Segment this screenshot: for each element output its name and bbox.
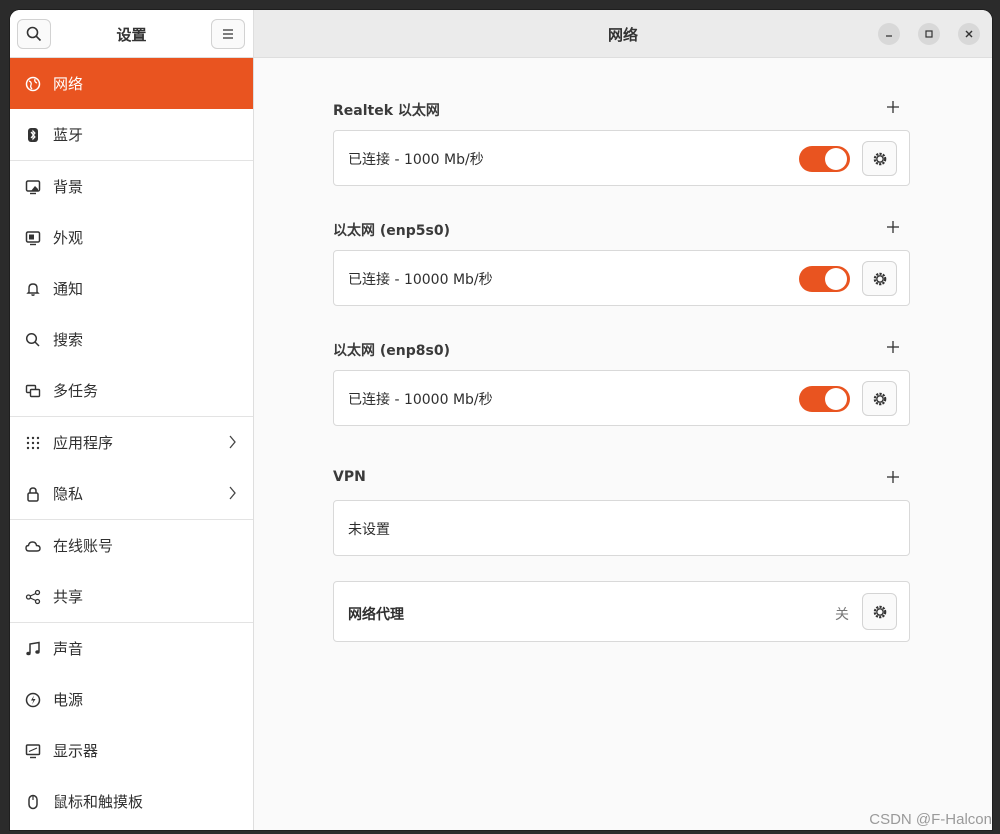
sidebar-item-sharing[interactable]: 共享 (10, 571, 253, 623)
sidebar-item-label: 隐私 (53, 485, 84, 503)
sidebar-item-label: 多任务 (53, 382, 99, 400)
add-vpn-button[interactable] (882, 466, 904, 488)
display-icon (25, 743, 41, 759)
sidebar-item-label: 显示器 (53, 742, 99, 760)
vpn-card: 未设置 (333, 500, 910, 556)
sidebar-item-sound[interactable]: 声音 (10, 623, 253, 674)
add-enp5s0-connection-button[interactable] (882, 216, 904, 238)
sidebar-item-search[interactable]: 搜索 (10, 314, 253, 365)
connection-toggle[interactable] (799, 266, 850, 292)
sidebar-item-network[interactable]: 网络 (10, 58, 253, 109)
sidebar-item-label: 通知 (53, 280, 84, 298)
connection-status: 已连接 - 10000 Mb/秒 (348, 392, 493, 408)
connection-settings-button[interactable] (862, 261, 897, 296)
gear-icon (873, 392, 886, 405)
plus-icon (887, 471, 899, 483)
search-icon (25, 332, 41, 348)
gear-icon (873, 152, 886, 165)
globe-icon (25, 76, 41, 92)
menu-button[interactable] (211, 19, 245, 49)
connection-settings-button[interactable] (862, 141, 897, 176)
header-bar: 网络 (254, 10, 992, 58)
close-button[interactable] (958, 23, 980, 45)
network-proxy-label: 网络代理 (348, 607, 404, 623)
sidebar-header: 设置 (10, 10, 253, 58)
sidebar: 设置 网络 蓝牙 背景 外观 通知 搜索 多任务 应用程序 隐私 在线账号 共享… (10, 10, 254, 830)
appearance-icon (25, 230, 41, 246)
mouse-icon (25, 794, 41, 810)
chevron-right-icon (227, 485, 237, 505)
toggle-knob (825, 148, 847, 170)
sidebar-item-bluetooth[interactable]: 蓝牙 (10, 109, 253, 161)
sidebar-item-label: 声音 (53, 640, 84, 658)
maximize-icon (925, 30, 933, 38)
sidebar-item-label: 搜索 (53, 331, 84, 349)
sidebar-item-label: 外观 (53, 229, 84, 247)
gear-icon (873, 272, 886, 285)
sidebar-item-displays[interactable]: 显示器 (10, 725, 253, 776)
sidebar-item-label: 网络 (53, 75, 84, 93)
chevron-right-icon (227, 434, 237, 454)
connection-status: 已连接 - 10000 Mb/秒 (348, 272, 493, 288)
music-note-icon (25, 641, 41, 657)
apps-grid-icon (25, 435, 41, 451)
sidebar-item-background[interactable]: 背景 (10, 161, 253, 212)
connection-toggle[interactable] (799, 386, 850, 412)
bell-icon (25, 281, 41, 297)
add-enp8s0-connection-button[interactable] (882, 336, 904, 358)
monitor-background-icon (25, 179, 41, 195)
plus-icon (887, 341, 899, 353)
sidebar-item-notifications[interactable]: 通知 (10, 263, 253, 314)
sidebar-item-label: 电源 (53, 691, 84, 709)
network-proxy-row[interactable]: 网络代理 关 (333, 581, 910, 642)
network-proxy-settings-button[interactable] (862, 593, 897, 630)
cloud-icon (25, 538, 41, 554)
toggle-knob (825, 268, 847, 290)
connection-card-realtek: 已连接 - 1000 Mb/秒 (333, 130, 910, 186)
settings-window: 设置 网络 蓝牙 背景 外观 通知 搜索 多任务 应用程序 隐私 在线账号 共享… (10, 10, 992, 830)
add-realtek-connection-button[interactable] (882, 96, 904, 118)
sidebar-item-label: 蓝牙 (53, 126, 84, 144)
network-proxy-state: 关 (835, 607, 849, 623)
share-icon (25, 589, 41, 605)
sidebar-item-label: 在线账号 (53, 537, 114, 555)
sidebar-item-label: 鼠标和触摸板 (53, 793, 144, 811)
connection-settings-button[interactable] (862, 381, 897, 416)
sidebar-item-multitasking[interactable]: 多任务 (10, 365, 253, 417)
plus-icon (887, 101, 899, 113)
sidebar-item-mouse-touchpad[interactable]: 鼠标和触摸板 (10, 776, 253, 827)
sidebar-item-power[interactable]: 电源 (10, 674, 253, 725)
connection-card-enp8s0: 已连接 - 10000 Mb/秒 (333, 370, 910, 426)
sidebar-item-label: 应用程序 (53, 434, 114, 452)
sidebar-item-online-accounts[interactable]: 在线账号 (10, 520, 253, 571)
section-title-vpn: VPN (333, 469, 366, 485)
sidebar-item-appearance[interactable]: 外观 (10, 212, 253, 263)
network-panel: Realtek 以太网 已连接 - 1000 Mb/秒 以太网 (enp5s0)… (254, 58, 992, 830)
sidebar-item-privacy[interactable]: 隐私 (10, 468, 253, 520)
section-title-realtek: Realtek 以太网 (333, 103, 440, 119)
sidebar-item-applications[interactable]: 应用程序 (10, 417, 253, 468)
lock-icon (25, 486, 41, 502)
connection-toggle[interactable] (799, 146, 850, 172)
bluetooth-icon (25, 127, 41, 143)
watermark: CSDN @F-Halcon (869, 811, 992, 828)
section-title-enp5s0: 以太网 (enp5s0) (333, 223, 450, 239)
power-icon (25, 692, 41, 708)
multitasking-icon (25, 383, 41, 399)
section-title-enp8s0: 以太网 (enp8s0) (333, 343, 450, 359)
sidebar-item-label: 共享 (53, 588, 84, 606)
minimize-button[interactable] (878, 23, 900, 45)
connection-status: 已连接 - 1000 Mb/秒 (348, 152, 484, 168)
sidebar-item-label: 背景 (53, 178, 84, 196)
close-icon (965, 30, 973, 38)
hamburger-menu-icon (223, 29, 233, 39)
toggle-knob (825, 388, 847, 410)
connection-card-enp5s0: 已连接 - 10000 Mb/秒 (333, 250, 910, 306)
gear-icon (873, 605, 886, 618)
vpn-status: 未设置 (348, 522, 390, 538)
minimize-icon (886, 35, 892, 37)
plus-icon (887, 221, 899, 233)
maximize-button[interactable] (918, 23, 940, 45)
